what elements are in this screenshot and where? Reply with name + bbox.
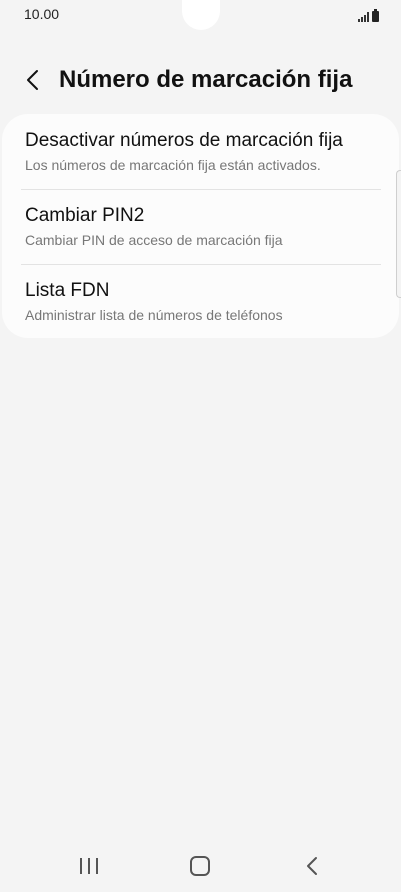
menu-item-fdn-list[interactable]: Lista FDN Administrar lista de números d…	[2, 264, 399, 339]
page-title: Número de marcación fija	[59, 66, 353, 93]
menu-item-change-pin2[interactable]: Cambiar PIN2 Cambiar PIN de acceso de ma…	[2, 189, 399, 264]
back-icon[interactable]	[304, 856, 322, 876]
settings-card: Desactivar números de marcación fija Los…	[2, 114, 399, 338]
app-header: Número de marcación fija	[0, 60, 401, 102]
camera-notch	[182, 0, 220, 30]
menu-item-disable-fdn[interactable]: Desactivar números de marcación fija Los…	[2, 114, 399, 189]
recent-apps-icon[interactable]	[80, 858, 98, 876]
menu-item-title: Cambiar PIN2	[25, 205, 145, 226]
menu-item-title: Desactivar números de marcación fija	[25, 130, 343, 151]
menu-item-subtitle: Cambiar PIN de acceso de marcación fija	[25, 232, 283, 248]
status-icons	[358, 8, 379, 22]
menu-item-subtitle: Los números de marcación fija están acti…	[25, 157, 321, 173]
menu-item-subtitle: Administrar lista de números de teléfono…	[25, 307, 283, 323]
scroll-indicator[interactable]	[396, 170, 401, 298]
status-bar: 10.00	[0, 0, 401, 30]
navigation-bar	[0, 842, 401, 892]
menu-item-title: Lista FDN	[25, 280, 110, 301]
chevron-left-icon[interactable]	[22, 68, 46, 92]
signal-icon	[358, 12, 369, 22]
status-time: 10.00	[24, 6, 60, 22]
home-icon[interactable]	[190, 856, 210, 876]
battery-icon	[372, 9, 379, 22]
